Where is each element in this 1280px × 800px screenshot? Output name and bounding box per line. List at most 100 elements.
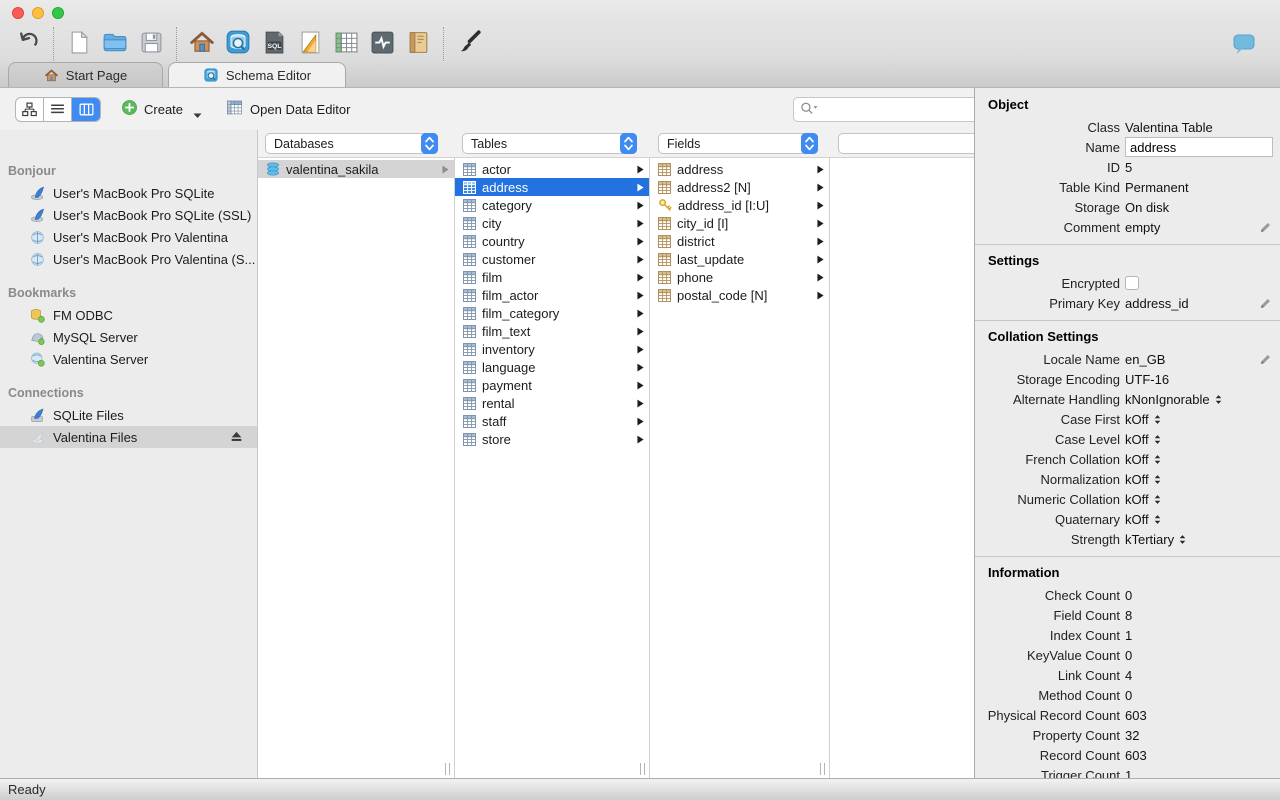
home-button[interactable]	[184, 28, 220, 60]
close-window-button[interactable]	[12, 7, 24, 19]
column-resize-grip[interactable]	[820, 763, 825, 775]
empty-popup[interactable]	[838, 133, 974, 154]
tab-start-page[interactable]: Start Page	[8, 62, 163, 87]
tab-schema-editor[interactable]: Schema Editor	[168, 62, 346, 87]
row-label: Link Count	[1057, 667, 1120, 683]
sidebar-item-user-s-macbook-pro-sqlite[interactable]: User's MacBook Pro SQLite	[0, 182, 257, 204]
browser-row-actor[interactable]: actor	[455, 160, 649, 178]
browser-row-address-id-i-u[interactable]: address_id [I:U]	[650, 196, 829, 214]
new-document-icon	[67, 30, 92, 58]
edit-pencil-icon[interactable]	[1258, 353, 1271, 366]
databases-popup[interactable]: Databases	[265, 133, 438, 154]
titlebar[interactable]	[0, 0, 1280, 25]
open-folder-button[interactable]	[97, 28, 133, 60]
schema-editor-button[interactable]	[220, 28, 256, 60]
sidebar-item-mysql-server[interactable]: MySQL Server	[0, 326, 257, 348]
row-value[interactable]: kOff	[1125, 452, 1149, 467]
toolbar-separator	[443, 26, 444, 61]
browser-row-last-update[interactable]: last_update	[650, 250, 829, 268]
name-input[interactable]	[1125, 137, 1273, 157]
disclosure-arrow-icon	[637, 381, 644, 390]
row-value[interactable]: kOff	[1125, 492, 1149, 507]
browser-row-valentina-sakila[interactable]: valentina_sakila	[258, 160, 454, 178]
disclosure-arrow-icon	[817, 291, 824, 300]
browser-row-film-actor[interactable]: film_actor	[455, 286, 649, 304]
fields-popup[interactable]: Fields	[658, 133, 818, 154]
browser-row-store[interactable]: store	[455, 430, 649, 448]
report-editor-button[interactable]	[292, 28, 328, 60]
browser-row-address[interactable]: address	[455, 178, 649, 196]
browser-row-film[interactable]: film	[455, 268, 649, 286]
inspector-row-method-count: Method Count 0	[975, 685, 1280, 705]
browser-row-country[interactable]: country	[455, 232, 649, 250]
sidebar-item-user-s-macbook-pro-valentina-s[interactable]: User's MacBook Pro Valentina (S...	[0, 248, 257, 270]
create-button[interactable]: Create	[121, 97, 202, 122]
fields-column: address address2 [N] address_id [I:U] ci…	[650, 158, 830, 778]
book-button[interactable]	[400, 28, 436, 60]
sidebar-item-valentina-files[interactable]: Valentina Files	[0, 426, 257, 448]
row-label: Primary Key	[1049, 295, 1120, 311]
tree-view-segment-button[interactable]	[16, 97, 44, 121]
list-view-segment-button[interactable]	[44, 97, 72, 121]
inspector-row-alternate-handling: Alternate Handling kNonIgnorable	[975, 389, 1280, 409]
browser-row-inventory[interactable]: inventory	[455, 340, 649, 358]
browser-row-city-id-i[interactable]: city_id [I]	[650, 214, 829, 232]
browser-row-staff[interactable]: staff	[455, 412, 649, 430]
stepper-icon	[801, 133, 818, 154]
minimize-window-button[interactable]	[32, 7, 44, 19]
browser-row-film-category[interactable]: film_category	[455, 304, 649, 322]
save-button[interactable]	[133, 28, 169, 60]
browser-row-customer[interactable]: customer	[455, 250, 649, 268]
disclosure-arrow-icon	[637, 273, 644, 282]
diagnose-button[interactable]	[364, 28, 400, 60]
new-document-button[interactable]	[61, 28, 97, 60]
data-editor-button[interactable]	[328, 28, 364, 60]
sidebar-item-user-s-macbook-pro-valentina[interactable]: User's MacBook Pro Valentina	[0, 226, 257, 248]
browser-row-rental[interactable]: rental	[455, 394, 649, 412]
row-value[interactable]: kOff	[1125, 512, 1149, 527]
sidebar-item-valentina-server[interactable]: Valentina Server	[0, 348, 257, 370]
sql-editor-button[interactable]: SQL	[256, 28, 292, 60]
brush-button[interactable]	[451, 28, 487, 60]
eject-icon[interactable]	[230, 430, 243, 446]
sidebar-item-user-s-macbook-pro-sqlite-ssl[interactable]: User's MacBook Pro SQLite (SSL)	[0, 204, 257, 226]
open-data-editor-button[interactable]: Open Data Editor	[226, 99, 350, 119]
column-view-segment-button[interactable]	[72, 97, 100, 121]
browser-row-payment[interactable]: payment	[455, 376, 649, 394]
row-value[interactable]: kNonIgnorable	[1125, 392, 1210, 407]
browser-row-address[interactable]: address	[650, 160, 829, 178]
browser-row-address2-n[interactable]: address2 [N]	[650, 178, 829, 196]
inspector-row-link-count: Link Count 4	[975, 665, 1280, 685]
row-value[interactable]: kOff	[1125, 432, 1149, 447]
column-resize-grip[interactable]	[445, 763, 450, 775]
zoom-window-button[interactable]	[52, 7, 64, 19]
feedback-chat-button[interactable]	[1226, 29, 1262, 61]
row-label: Class	[1087, 119, 1120, 135]
browser-row-phone[interactable]: phone	[650, 268, 829, 286]
tables-popup[interactable]: Tables	[462, 133, 637, 154]
browser-row-category[interactable]: category	[455, 196, 649, 214]
row-value[interactable]: kTertiary	[1125, 532, 1174, 547]
sidebar-item-sqlite-files[interactable]: SQLite Files	[0, 404, 257, 426]
empty-column	[830, 158, 974, 778]
disclosure-arrow-icon	[637, 399, 644, 408]
encrypted-checkbox[interactable]	[1125, 276, 1139, 290]
edit-pencil-icon[interactable]	[1258, 221, 1271, 234]
home-small-icon	[44, 68, 59, 83]
browser-row-film-text[interactable]: film_text	[455, 322, 649, 340]
disclosure-arrow-icon	[817, 183, 824, 192]
browser-row-language[interactable]: language	[455, 358, 649, 376]
inspector-row-index-count: Index Count 1	[975, 625, 1280, 645]
valentina-files-icon	[30, 430, 45, 445]
browser-row-postal-code-n[interactable]: postal_code [N]	[650, 286, 829, 304]
browser-row-city[interactable]: city	[455, 214, 649, 232]
sidebar-item-fm-odbc[interactable]: FM ODBC	[0, 304, 257, 326]
undo-button[interactable]	[10, 28, 46, 60]
schema-small-icon	[203, 67, 219, 83]
edit-pencil-icon[interactable]	[1258, 297, 1271, 310]
column-resize-grip[interactable]	[640, 763, 645, 775]
sidebar-item-label: User's MacBook Pro Valentina	[53, 229, 228, 245]
browser-row-district[interactable]: district	[650, 232, 829, 250]
row-value[interactable]: kOff	[1125, 412, 1149, 427]
row-value[interactable]: kOff	[1125, 472, 1149, 487]
